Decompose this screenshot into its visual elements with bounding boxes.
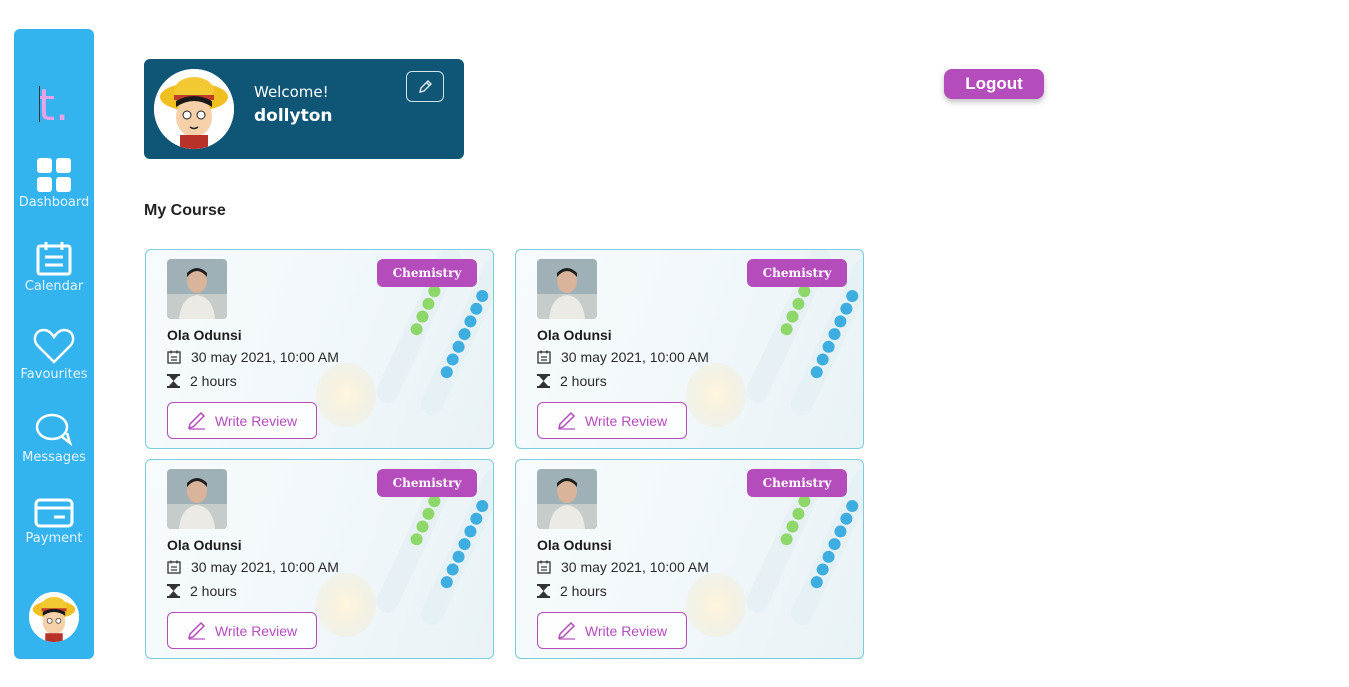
duration-text: 2 hours [560,373,607,389]
course-card[interactable]: Chemistry Ola Odunsi 30 may 2021, 10:00 … [515,459,864,659]
datetime-text: 30 may 2021, 10:00 AM [191,559,339,575]
course-datetime: 30 may 2021, 10:00 AM [537,559,709,575]
tutor-name: Ola Odunsi [537,537,612,553]
calendar-icon [537,350,551,364]
subject-badge: Chemistry [377,259,477,287]
course-datetime: 30 may 2021, 10:00 AM [167,349,339,365]
avatar-image [29,592,79,642]
course-duration: 2 hours [537,583,607,599]
calendar-icon [36,242,72,276]
dashboard-icon [37,158,71,192]
tutor-image [167,469,227,529]
course-duration: 2 hours [167,583,237,599]
write-review-button[interactable]: Write Review [167,612,317,649]
sidebar-item-label: Dashboard [18,195,90,210]
course-card[interactable]: Chemistry Ola Odunsi 30 may 2021, 10:00 … [145,249,494,449]
calendar-icon [167,350,181,364]
subject-badge: Chemistry [377,469,477,497]
write-review-label: Write Review [214,412,298,429]
tutor-image [167,259,227,319]
duration-text: 2 hours [560,583,607,599]
calendar-icon [167,560,181,574]
app-logo[interactable]: t. [14,84,94,128]
course-card[interactable]: Chemistry Ola Odunsi 30 may 2021, 10:00 … [145,459,494,659]
tutor-photo [167,259,227,319]
tutor-name: Ola Odunsi [167,537,242,553]
tutor-photo [537,259,597,319]
pencil-icon [419,79,432,93]
pen-icon [557,411,575,430]
course-card[interactable]: Chemistry Ola Odunsi 30 may 2021, 10:00 … [515,249,864,449]
duration-text: 2 hours [190,583,237,599]
sidebar-item-label: Calendar [24,279,84,294]
course-duration: 2 hours [167,373,237,389]
tutor-photo [167,469,227,529]
tutor-photo [537,469,597,529]
tutor-image [537,469,597,529]
pen-icon [187,621,205,640]
sidebar: t. Dashboard Calendar Favourites Message… [14,29,94,659]
hourglass-icon [167,374,180,388]
section-title: My Course [144,202,226,219]
pen-icon [557,621,575,640]
duration-text: 2 hours [190,373,237,389]
profile-avatar [154,69,234,149]
subject-badge: Chemistry [747,469,847,497]
pen-icon [187,411,205,430]
chat-icon [35,413,73,447]
write-review-button[interactable]: Write Review [537,402,687,439]
edit-profile-button[interactable] [406,71,444,102]
write-review-label: Write Review [214,622,298,639]
sidebar-item-label: Messages [22,450,86,465]
write-review-label: Write Review [584,622,668,639]
course-datetime: 30 may 2021, 10:00 AM [537,349,709,365]
tutor-image [537,259,597,319]
subject-badge: Chemistry [747,259,847,287]
welcome-card: Welcome! dollyton [144,59,464,159]
datetime-text: 30 may 2021, 10:00 AM [561,559,709,575]
logout-button[interactable]: Logout [944,69,1044,99]
datetime-text: 30 may 2021, 10:00 AM [191,349,339,365]
hourglass-icon [537,374,550,388]
tutor-name: Ola Odunsi [167,327,242,343]
course-duration: 2 hours [537,373,607,389]
write-review-button[interactable]: Write Review [537,612,687,649]
sidebar-item-label: Favourites [20,367,88,382]
sidebar-item-favourites[interactable]: Favourites [14,327,94,382]
calendar-icon [537,560,551,574]
tutor-name: Ola Odunsi [537,327,612,343]
sidebar-item-calendar[interactable]: Calendar [14,241,94,294]
datetime-text: 30 may 2021, 10:00 AM [561,349,709,365]
sidebar-item-dashboard[interactable]: Dashboard [14,157,94,210]
hourglass-icon [167,584,180,598]
credit-card-icon [34,498,74,528]
write-review-label: Write Review [584,412,668,429]
hourglass-icon [537,584,550,598]
heart-icon [33,328,75,364]
username: dollyton [254,106,333,126]
avatar-image [154,69,234,149]
sidebar-item-label: Payment [25,531,83,546]
user-avatar[interactable] [29,592,79,642]
sidebar-item-messages[interactable]: Messages [14,412,94,465]
sidebar-item-payment[interactable]: Payment [14,497,94,546]
welcome-greeting: Welcome! [254,83,329,101]
write-review-button[interactable]: Write Review [167,402,317,439]
course-datetime: 30 may 2021, 10:00 AM [167,559,339,575]
